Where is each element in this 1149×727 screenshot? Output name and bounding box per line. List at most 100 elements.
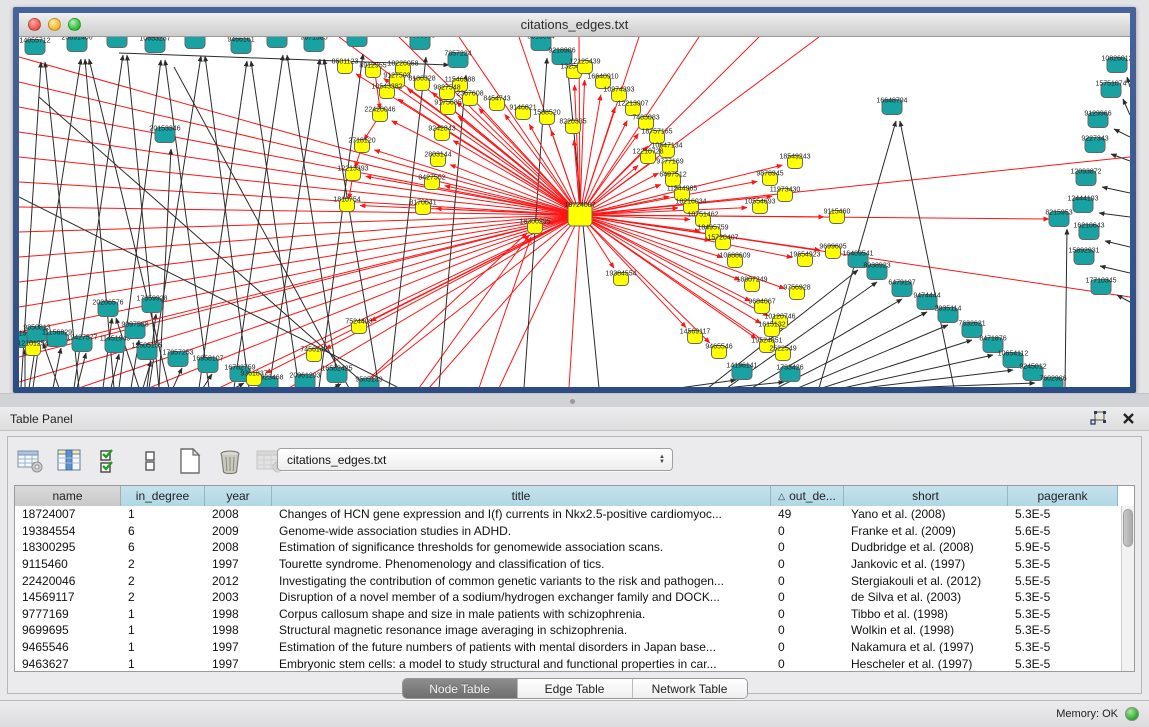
graph-node-label: 9129966 bbox=[1084, 111, 1111, 118]
new-document-icon[interactable] bbox=[176, 447, 204, 475]
table-cell: Estimation of significance thresholds fo… bbox=[272, 540, 771, 554]
graph-node-label: 18757165 bbox=[641, 129, 672, 136]
minimize-window-button[interactable] bbox=[48, 18, 61, 31]
table-row[interactable]: 1830029562008Estimation of significance … bbox=[15, 539, 1134, 556]
graph-node-label: 17359928 bbox=[136, 296, 167, 303]
graph-node-label: 9218986 bbox=[548, 48, 575, 55]
table-row[interactable]: 2242004622012Investigating the contribut… bbox=[15, 572, 1134, 589]
delete-rows-trash-icon[interactable] bbox=[216, 447, 244, 475]
graph-node-label: 16640910 bbox=[587, 74, 618, 81]
graph-node-label: 2935114 bbox=[935, 306, 962, 313]
table-cell: 1997 bbox=[205, 640, 272, 654]
table-cell: 2 bbox=[121, 590, 205, 604]
graph-node-label: 9245012 bbox=[1019, 364, 1046, 371]
scrollbar-thumb[interactable] bbox=[1123, 509, 1133, 547]
column-header-in-degree[interactable]: in_degree bbox=[121, 486, 205, 506]
tab-node-table[interactable]: Node Table bbox=[403, 679, 518, 698]
table-row[interactable]: 1872400712008Changes of HCN gene express… bbox=[15, 506, 1134, 523]
graph-node-label: 9671385 bbox=[300, 37, 327, 42]
graph-node-label: 10974393 bbox=[603, 87, 634, 94]
table-cell: de Silva et al. (2003) bbox=[844, 590, 1008, 604]
table-cell: Jankovic et al. (1997) bbox=[844, 557, 1008, 571]
table-mode-icon[interactable] bbox=[16, 447, 44, 475]
table-cell: 22420046 bbox=[15, 574, 121, 588]
graph-edge bbox=[1114, 129, 1130, 137]
graph-node-label: 7857224 bbox=[444, 51, 471, 58]
graph-node-label: 9466161 bbox=[227, 37, 254, 44]
graph-node-label: 10751462 bbox=[687, 212, 718, 219]
graph-edge bbox=[569, 215, 580, 387]
close-window-button[interactable] bbox=[28, 18, 41, 31]
node-table: namein_degreeyeartitle△out_de...shortpag… bbox=[14, 485, 1135, 672]
table-row[interactable]: 1456911722003Disruption of a novel membe… bbox=[15, 589, 1134, 606]
show-columns-icon[interactable] bbox=[56, 447, 84, 475]
graph-node-label: 10688609 bbox=[719, 253, 750, 260]
table-row[interactable]: 946554611997Estimation of the future num… bbox=[15, 639, 1134, 656]
graph-edge bbox=[19, 215, 580, 232]
graph-node-label: 10826012 bbox=[1101, 56, 1130, 63]
table-cell: Tourette syndrome. Phenomenology and cla… bbox=[272, 557, 771, 571]
table-row[interactable]: 911546021997Tourette syndrome. Phenomeno… bbox=[15, 556, 1134, 573]
graph-node-label: 19524851 bbox=[751, 338, 782, 345]
graph-node-label: 22420046 bbox=[364, 107, 395, 114]
graph-node-label: 12213393 bbox=[337, 166, 368, 173]
table-cell: 0 bbox=[771, 557, 844, 571]
table-cell: Yano et al. (2008) bbox=[844, 507, 1008, 521]
table-cell: 5.3E-5 bbox=[1008, 557, 1118, 571]
table-selector-dropdown[interactable]: citations_edges.txt ▲▼ bbox=[277, 448, 673, 471]
table-row[interactable]: 946362711997Embryonic stem cells: a mode… bbox=[15, 655, 1134, 672]
tab-edge-table[interactable]: Edge Table bbox=[518, 679, 633, 698]
graph-node-label: 18216034 bbox=[675, 199, 706, 206]
table-cell: 0 bbox=[771, 640, 844, 654]
graph-edge bbox=[333, 384, 341, 387]
graph-node-label: 16210643 bbox=[1073, 223, 1104, 230]
table-cell: 1 bbox=[121, 607, 205, 621]
table-cell: 1998 bbox=[205, 623, 272, 637]
graph-node[interactable] bbox=[347, 37, 367, 47]
table-cell: Wolkin et al. (1998) bbox=[844, 623, 1008, 637]
graph-node-label: 10654112 bbox=[998, 351, 1029, 358]
vertical-scrollbar[interactable] bbox=[1121, 506, 1134, 671]
graph-node-label: 12210728 bbox=[632, 149, 663, 156]
table-cell: 2003 bbox=[205, 590, 272, 604]
close-panel-icon[interactable] bbox=[1122, 412, 1135, 425]
column-header-pagerank[interactable]: pagerank bbox=[1008, 486, 1118, 506]
tab-network-table[interactable]: Network Table bbox=[633, 679, 747, 698]
graph-node-label: 1527002 bbox=[181, 37, 208, 39]
zoom-window-button[interactable] bbox=[68, 18, 81, 31]
graph-node[interactable] bbox=[107, 37, 127, 48]
table-header-row: namein_degreeyeartitle△out_de...shortpag… bbox=[15, 486, 1134, 507]
table-cell: 9777169 bbox=[15, 607, 121, 621]
graph-node-label: 8912955 bbox=[359, 63, 386, 70]
column-header-name[interactable]: name bbox=[15, 486, 121, 506]
network-window-titlebar[interactable]: citations_edges.txt bbox=[19, 13, 1130, 37]
network-view-window[interactable]: citations_edges.txt 14055712208914061543… bbox=[13, 7, 1136, 393]
network-canvas[interactable]: 1405571220891406154376221065328715270029… bbox=[19, 37, 1130, 387]
graph-node-label: 19384554 bbox=[605, 271, 636, 278]
graph-edge bbox=[19, 132, 580, 215]
table-cell: 1998 bbox=[205, 607, 272, 621]
column-header-out-de-[interactable]: △out_de... bbox=[771, 486, 844, 506]
table-cell: Hescheler et al. (1997) bbox=[844, 657, 1008, 671]
graph-node-label: 8427552 bbox=[418, 175, 445, 182]
table-row[interactable]: 977716911998Corpus callosum shape and si… bbox=[15, 606, 1134, 623]
graph-node-label: 15892931 bbox=[1068, 248, 1099, 255]
graph-node[interactable] bbox=[267, 37, 287, 48]
table-cell: Stergiakouli et al. (2012) bbox=[844, 574, 1008, 588]
graph-node-label: 10543382 bbox=[371, 84, 402, 91]
row-height-icon[interactable] bbox=[136, 447, 164, 475]
column-header-year[interactable]: year bbox=[205, 486, 272, 506]
table-row[interactable]: 969969511998Structural magnetic resonanc… bbox=[15, 622, 1134, 639]
table-cell: 5.3E-5 bbox=[1008, 657, 1118, 671]
split-pane-divider[interactable] bbox=[0, 393, 1149, 407]
float-panel-icon[interactable] bbox=[1090, 411, 1106, 426]
column-header-title[interactable]: title bbox=[272, 486, 771, 506]
table-row[interactable]: 1938455462009Genome-wide association stu… bbox=[15, 523, 1134, 540]
select-rows-icon[interactable] bbox=[96, 447, 124, 475]
graph-node[interactable] bbox=[185, 37, 205, 49]
table-cell: 0 bbox=[771, 657, 844, 671]
column-header-short[interactable]: short bbox=[844, 486, 1008, 506]
table-cell: Structural magnetic resonance image aver… bbox=[272, 623, 771, 637]
graph-node-label: 19654923 bbox=[789, 252, 820, 259]
table-cell: 0 bbox=[771, 590, 844, 604]
